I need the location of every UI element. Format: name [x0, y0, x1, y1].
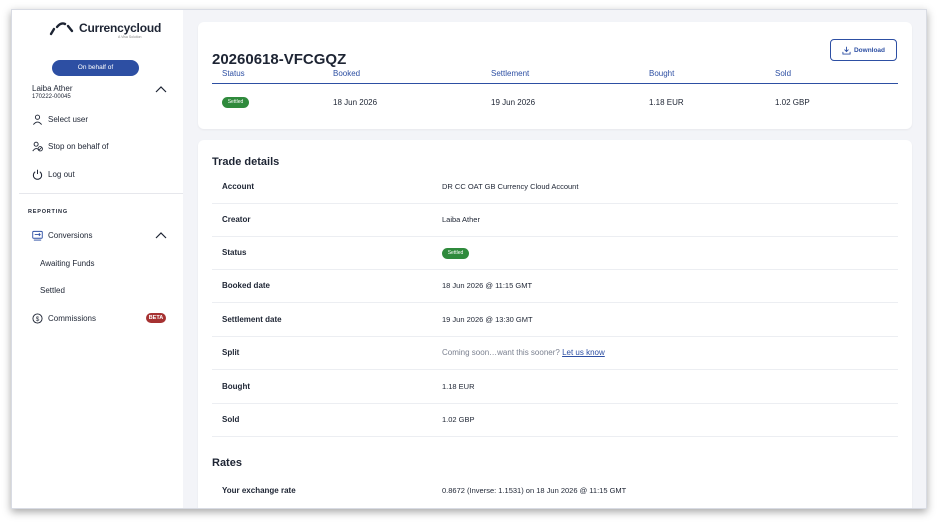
trade-id: 20260618-VFCGQZ [212, 51, 347, 68]
split-coming-soon-text: Coming soon…want this sooner? [442, 348, 560, 357]
bought-cell: 1.18 EUR [649, 98, 684, 107]
booked-date-label: Booked date [222, 281, 271, 290]
person-icon [33, 114, 42, 125]
select-user-label: Select user [48, 115, 89, 124]
creator-value: Laiba Ather [442, 215, 480, 224]
settlement-cell: 19 Jun 2026 [491, 98, 536, 107]
currencycloud-logo[interactable]: Currencycloud A Visa Solution [48, 19, 162, 39]
detail-row-settlement-date: Settlement date 19 Jun 2026 @ 13:30 GMT [212, 304, 898, 337]
trade-summary-card: 20260618-VFCGQZ Download Status Booked S… [198, 22, 912, 129]
let-us-know-link[interactable]: Let us know [562, 348, 605, 357]
sold-label: Sold [222, 415, 240, 424]
booked-cell: 18 Jun 2026 [333, 98, 378, 107]
detail-row-bought: Bought 1.18 EUR [212, 371, 898, 404]
commissions-item[interactable]: $ Commissions [32, 313, 96, 324]
status-badge: Settled [222, 97, 249, 108]
account-value: DR CC OAT GB Currency Cloud Account [442, 182, 579, 191]
detail-row-booked-date: Booked date 18 Jun 2026 @ 11:15 GMT [212, 270, 898, 303]
stop-behalf-item[interactable]: Stop on behalf of [32, 141, 109, 152]
sidebar: Currencycloud A Visa Solution On behalf … [12, 10, 183, 508]
exchange-rate-label: Your exchange rate [222, 486, 296, 495]
download-icon [842, 46, 851, 55]
awaiting-funds-item[interactable]: Awaiting Funds [40, 259, 95, 268]
account-label: Account [222, 182, 254, 191]
log-out-label: Log out [48, 170, 75, 179]
stop-behalf-label: Stop on behalf of [48, 142, 109, 151]
trade-details-title: Trade details [212, 156, 280, 168]
header-rule [212, 83, 898, 84]
dollar-circle-icon: $ [32, 313, 43, 324]
download-button[interactable]: Download [830, 39, 897, 61]
detail-row-sold: Sold 1.02 GBP [212, 404, 898, 437]
detail-row-exchange-rate: Your exchange rate 0.8672 (Inverse: 1.15… [212, 475, 898, 508]
status-badge: Settled [442, 248, 469, 259]
conversions-item[interactable]: Conversions [32, 230, 92, 241]
power-icon [32, 169, 43, 180]
column-header-status: Status [222, 69, 245, 78]
conversions-label: Conversions [48, 231, 93, 240]
detail-row-creator: Creator Laiba Ather [212, 204, 898, 237]
sidebar-divider [19, 193, 183, 194]
logo-mark-icon [49, 22, 74, 36]
trade-details-card: Trade details Account DR CC OAT GB Curre… [198, 140, 912, 508]
creator-label: Creator [222, 215, 251, 224]
column-header-sold: Sold [775, 69, 792, 78]
app-window: Currencycloud A Visa Solution On behalf … [11, 9, 927, 509]
brand-name: Currencycloud [79, 21, 162, 35]
svg-text:$: $ [36, 316, 40, 323]
bought-label: Bought [222, 382, 250, 391]
settled-item[interactable]: Settled [40, 286, 65, 295]
booked-date-value: 18 Jun 2026 @ 11:15 GMT [442, 281, 533, 290]
beta-badge: BETA [146, 313, 166, 323]
person-remove-icon [32, 141, 43, 152]
rates-title: Rates [212, 457, 242, 469]
exchange-rate-value: 0.8672 (Inverse: 1.1531) on 18 Jun 2026 … [442, 486, 627, 495]
log-out-item[interactable]: Log out [32, 169, 75, 180]
column-header-settlement: Settlement [491, 69, 530, 78]
user-id: 170222-00045 [32, 94, 71, 100]
status-label: Status [222, 248, 247, 257]
commissions-label: Commissions [48, 314, 97, 323]
chevron-up-icon[interactable] [155, 231, 167, 239]
detail-row-split: Split Coming soon…want this sooner? Let … [212, 337, 898, 370]
download-label: Download [853, 46, 886, 54]
column-header-bought: Bought [649, 69, 675, 78]
user-name: Laiba Ather [32, 84, 73, 93]
conversions-icon [32, 230, 43, 241]
settlement-date-label: Settlement date [222, 315, 282, 324]
settlement-date-value: 19 Jun 2026 @ 13:30 GMT [442, 315, 533, 324]
split-label: Split [222, 348, 240, 357]
sold-value: 1.02 GBP [442, 415, 475, 424]
sold-cell: 1.02 GBP [775, 98, 810, 107]
column-header-booked: Booked [333, 69, 361, 78]
select-user-item[interactable]: Select user [32, 114, 88, 125]
detail-row-account: Account DR CC OAT GB Currency Cloud Acco… [212, 171, 898, 204]
chevron-up-icon[interactable] [155, 85, 167, 93]
bought-value: 1.18 EUR [442, 382, 475, 391]
on-behalf-of-button[interactable]: On behalf of [52, 60, 139, 76]
detail-row-status: Status Settled [212, 237, 898, 270]
reporting-section-label: REPORTING [28, 209, 68, 215]
brand-subtitle: A Visa Solution [118, 35, 142, 39]
split-value: Coming soon…want this sooner? Let us kno… [442, 348, 605, 357]
